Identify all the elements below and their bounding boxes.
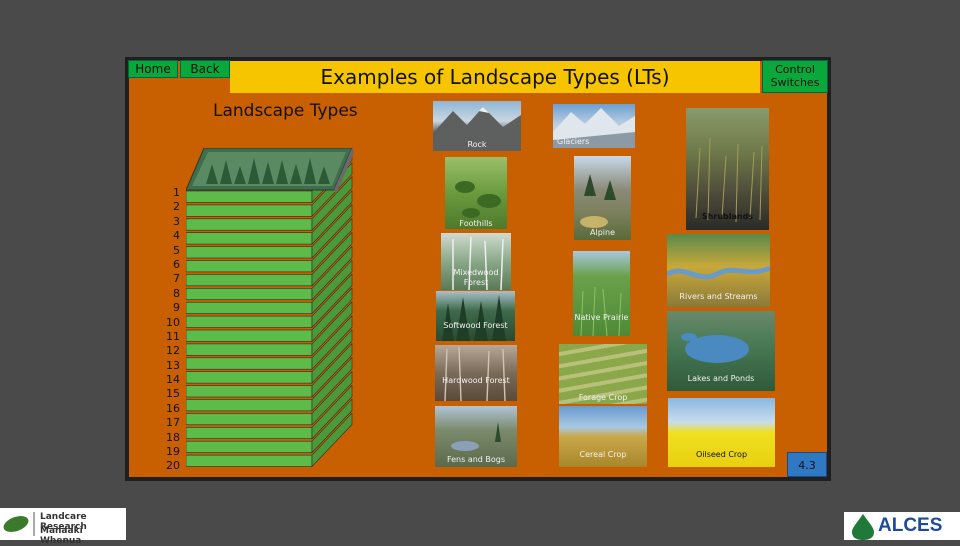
layer-number: 12 xyxy=(166,344,180,358)
layer-number: 15 xyxy=(166,387,180,401)
prairie-caption: Native Prairie xyxy=(574,313,629,322)
cereal-photo: Cereal Crop xyxy=(559,406,647,467)
layer-number: 17 xyxy=(166,416,180,430)
glaciers-photo: Glaciers xyxy=(553,104,635,148)
shrublands-caption: Shrublands xyxy=(701,212,754,221)
landscape-layer xyxy=(186,454,313,467)
forage-photo: Forage Crop xyxy=(559,344,647,404)
landscape-layer xyxy=(186,246,313,259)
layer-number: 2 xyxy=(173,200,180,214)
shrublands-photo: Shrublands xyxy=(686,108,769,230)
home-button[interactable]: Home xyxy=(128,60,178,78)
landcare-research-logo: Landcare Research Manaaki Whenua xyxy=(0,508,126,546)
landscape-layer xyxy=(186,385,313,398)
layer-number: 11 xyxy=(166,329,180,343)
prairie-photo: Native Prairie xyxy=(573,251,630,336)
landscape-layer xyxy=(186,288,313,301)
foothills-photo: Foothills xyxy=(445,157,507,229)
layer-number: 16 xyxy=(166,401,180,415)
landscape-layer xyxy=(186,190,313,203)
landscape-layer xyxy=(186,329,313,342)
alpine-photo: Alpine xyxy=(574,156,631,240)
layer-number: 1 xyxy=(173,186,180,199)
oilseed-caption: Oilseed Crop xyxy=(695,450,748,459)
softwood-caption: Softwood Forest xyxy=(443,321,508,330)
hardwood-caption: Hardwood Forest xyxy=(442,376,510,385)
page-number-badge: 4.3 xyxy=(787,452,827,477)
layer-number: 3 xyxy=(173,214,180,228)
lakes-photo: Lakes and Ponds xyxy=(667,311,775,391)
layer-number: 18 xyxy=(166,430,180,444)
landscape-layer xyxy=(186,343,313,356)
softwood-photo: Softwood Forest xyxy=(436,291,515,341)
rivers-caption: Rivers and Streams xyxy=(679,292,758,301)
glaciers-caption: Glaciers xyxy=(557,137,590,146)
landscape-layer xyxy=(186,260,313,273)
alpine-caption: Alpine xyxy=(590,228,615,237)
rivers-photo: Rivers and Streams xyxy=(667,234,770,307)
landscape-types-label: Landscape Types xyxy=(213,101,358,121)
layer-number: 14 xyxy=(166,373,180,387)
alces-logo: ALCES xyxy=(844,512,960,540)
landscape-layer xyxy=(186,440,313,453)
landscape-layer xyxy=(186,315,313,328)
forage-caption: Forage Crop xyxy=(578,393,628,402)
landscape-layer xyxy=(186,371,313,384)
layer-number: 7 xyxy=(173,272,180,286)
mixedwood-caption: Mixedwood Forest xyxy=(453,268,499,287)
landscape-layer xyxy=(186,399,313,412)
cereal-caption: Cereal Crop xyxy=(579,450,627,459)
fens-caption: Fens and Bogs xyxy=(446,455,506,464)
layer-number: 10 xyxy=(166,315,180,329)
page-title: Examples of Landscape Types (LTs) xyxy=(230,61,760,93)
layer-number: 8 xyxy=(173,286,180,300)
control-switches-button[interactable]: Control Switches xyxy=(762,60,828,93)
alces-wordmark: ALCES xyxy=(878,515,943,536)
fens-photo: Fens and Bogs xyxy=(435,406,517,467)
layer-number: 5 xyxy=(173,243,180,257)
layer-number: 9 xyxy=(173,301,180,315)
layer-number: 19 xyxy=(166,445,180,459)
layer-number: 13 xyxy=(166,358,180,372)
layer-stack xyxy=(186,148,354,468)
back-button[interactable]: Back xyxy=(180,60,230,78)
landscape-layer xyxy=(186,413,313,426)
landcare-line2: Manaaki Whenua xyxy=(40,526,83,546)
alces-drop-icon xyxy=(852,514,874,540)
landscape-layer xyxy=(186,204,313,217)
landscape-layer xyxy=(186,301,313,314)
landscape-layer xyxy=(186,274,313,287)
layer-number-list: 1 2 3 4 5 6 7 8 9 10 11 12 13 14 15 16 1… xyxy=(150,186,180,474)
hardwood-photo: Hardwood Forest xyxy=(435,345,517,401)
rock-photo: Rock xyxy=(433,101,521,151)
landscape-layer xyxy=(186,426,313,439)
landscape-layer xyxy=(186,218,313,231)
oilseed-photo: Oilseed Crop xyxy=(668,398,775,467)
landscape-layer xyxy=(186,232,313,245)
lakes-caption: Lakes and Ponds xyxy=(687,374,755,383)
rock-caption: Rock xyxy=(467,140,487,149)
mixedwood-photo: Mixedwood Forest xyxy=(441,233,511,290)
layer-number: 6 xyxy=(173,257,180,271)
landscape-layer xyxy=(186,357,313,370)
foothills-caption: Foothills xyxy=(459,219,493,228)
layer-number: 4 xyxy=(173,229,180,243)
layer-number: 20 xyxy=(166,459,180,473)
